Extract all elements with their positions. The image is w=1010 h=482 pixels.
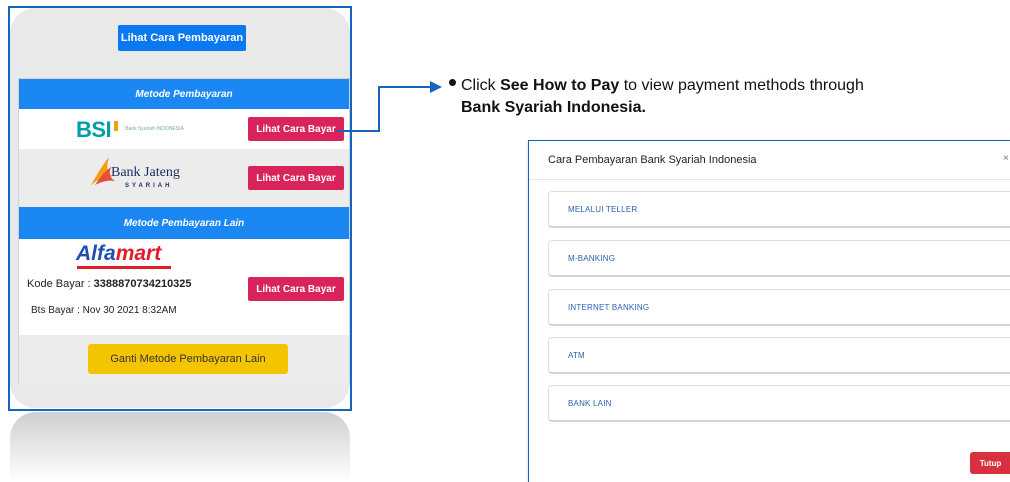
option-teller[interactable]: MELALUI TELLER (548, 191, 1010, 228)
instruction-note: Click See How to Pay to view payment met… (449, 75, 1009, 119)
tutorial-screenshot: Lihat Cara Pembayaran Metode Pembayaran … (0, 0, 1010, 482)
payment-instructions-modal: Cara Pembayaran Bank Syariah Indonesia ×… (528, 140, 1010, 482)
option-bank-lain[interactable]: BANK LAIN (548, 385, 1010, 422)
option-internet-banking[interactable]: INTERNET BANKING (548, 289, 1010, 326)
close-modal-button[interactable]: Tutup (970, 452, 1010, 474)
option-atm[interactable]: ATM (548, 337, 1010, 374)
close-icon[interactable]: × (1003, 153, 1009, 164)
option-m-banking[interactable]: M-BANKING (548, 240, 1010, 277)
bullet-icon (449, 79, 456, 87)
modal-title: Cara Pembayaran Bank Syariah Indonesia (548, 154, 757, 166)
